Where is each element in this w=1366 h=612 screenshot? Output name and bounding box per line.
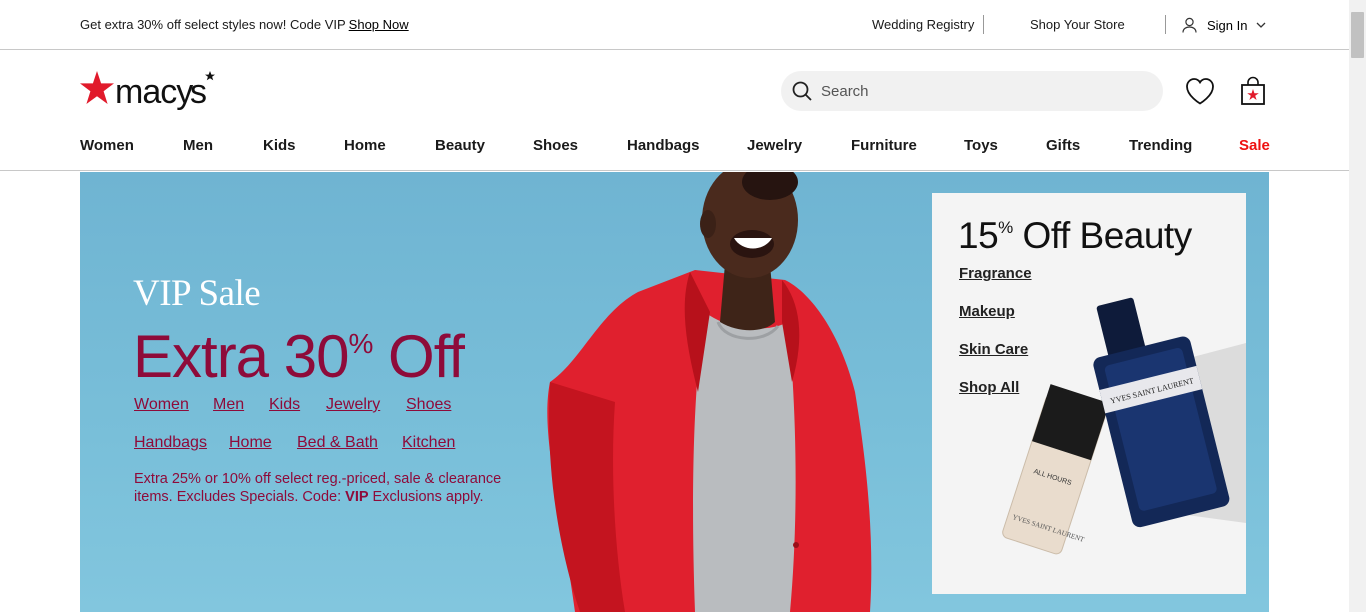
svg-text:macy: macy (115, 73, 193, 111)
hero-link-jewelry[interactable]: Jewelry (326, 396, 380, 414)
hero-link-kitchen[interactable]: Kitchen (402, 434, 455, 452)
scrollbar-thumb[interactable] (1351, 12, 1364, 58)
nav-item-men[interactable]: Men (183, 137, 213, 154)
chevron-down-icon (1256, 22, 1266, 28)
shop-your-store-link[interactable]: Shop Your Store (1030, 17, 1125, 32)
beauty-title-pct: % (998, 218, 1013, 237)
divider (1165, 15, 1166, 34)
promo-text: Get extra 30% off select styles now! Cod… (80, 17, 346, 32)
divider (983, 15, 984, 34)
model-photo (547, 172, 872, 612)
nav-item-gifts[interactable]: Gifts (1046, 137, 1080, 154)
nav-item-sale[interactable]: Sale (1239, 137, 1270, 154)
shopping-bag-icon[interactable] (1240, 76, 1266, 111)
fine-print-code: VIP (345, 489, 369, 505)
search-input[interactable] (821, 71, 1151, 111)
hero-link-bed-bath[interactable]: Bed & Bath (297, 434, 378, 452)
sign-in-button[interactable]: Sign In (1182, 15, 1266, 35)
nav-item-handbags[interactable]: Handbags (627, 137, 700, 154)
hero-link-handbags[interactable]: Handbags (134, 434, 207, 452)
main-nav: Women Men Kids Home Beauty Shoes Handbag… (0, 130, 1349, 171)
svg-text:s: s (190, 73, 207, 111)
nav-item-home[interactable]: Home (344, 137, 386, 154)
hero-headline-b: Off (372, 323, 465, 390)
hero-headline-a: Extra 30 (133, 323, 349, 390)
hero-link-home[interactable]: Home (229, 434, 272, 452)
nav-item-trending[interactable]: Trending (1129, 137, 1192, 154)
promo-shop-now-link[interactable]: Shop Now (349, 17, 409, 32)
heart-icon[interactable] (1185, 77, 1215, 110)
hero-link-shoes[interactable]: Shoes (406, 396, 451, 414)
beauty-title-b: Off Beauty (1012, 215, 1193, 256)
page-scrollbar[interactable] (1349, 0, 1366, 612)
promo-bar: Get extra 30% off select styles now! Cod… (0, 0, 1349, 50)
nav-item-furniture[interactable]: Furniture (851, 137, 917, 154)
nav-item-shoes[interactable]: Shoes (533, 137, 578, 154)
promo-message: Get extra 30% off select styles now! Cod… (80, 17, 409, 32)
beauty-link-fragrance[interactable]: Fragrance (959, 265, 1032, 282)
hero-link-men[interactable]: Men (213, 396, 244, 414)
nav-item-toys[interactable]: Toys (964, 137, 998, 154)
hero-banner[interactable]: VIP Sale Extra 30% Off Women Men Kids Je… (80, 172, 1269, 612)
nav-item-women[interactable]: Women (80, 137, 134, 154)
hero-eyebrow: VIP Sale (133, 273, 261, 314)
nav-item-beauty[interactable]: Beauty (435, 137, 485, 154)
beauty-title-a: 15 (958, 215, 999, 256)
fine-print-b: Exclusions apply. (368, 489, 484, 505)
hero-link-women[interactable]: Women (134, 396, 189, 414)
nav-item-kids[interactable]: Kids (263, 137, 296, 154)
hero-headline: Extra 30% Off (133, 322, 465, 391)
beauty-title: 15% Off Beauty (958, 215, 1192, 257)
macys-star-logo (80, 71, 114, 104)
beauty-link-skin-care[interactable]: Skin Care (959, 341, 1028, 358)
hero-headline-pct: % (348, 328, 373, 359)
wedding-registry-link[interactable]: Wedding Registry (872, 17, 974, 32)
user-icon (1182, 17, 1197, 33)
hero-fine-print: Extra 25% or 10% off select reg.-priced,… (134, 470, 534, 506)
search-icon[interactable] (792, 81, 812, 106)
beauty-link-shop-all[interactable]: Shop All (959, 379, 1019, 396)
sign-in-label: Sign In (1207, 17, 1248, 33)
beauty-link-makeup[interactable]: Makeup (959, 303, 1015, 320)
nav-item-jewelry[interactable]: Jewelry (747, 137, 802, 154)
hero-link-kids[interactable]: Kids (269, 396, 300, 414)
search-bar[interactable] (781, 71, 1163, 111)
macys-logo[interactable]: macy s (80, 71, 225, 113)
beauty-promo-card[interactable]: ALL HOURS YVES SAINT LAURENT YVES SAINT … (932, 193, 1246, 594)
